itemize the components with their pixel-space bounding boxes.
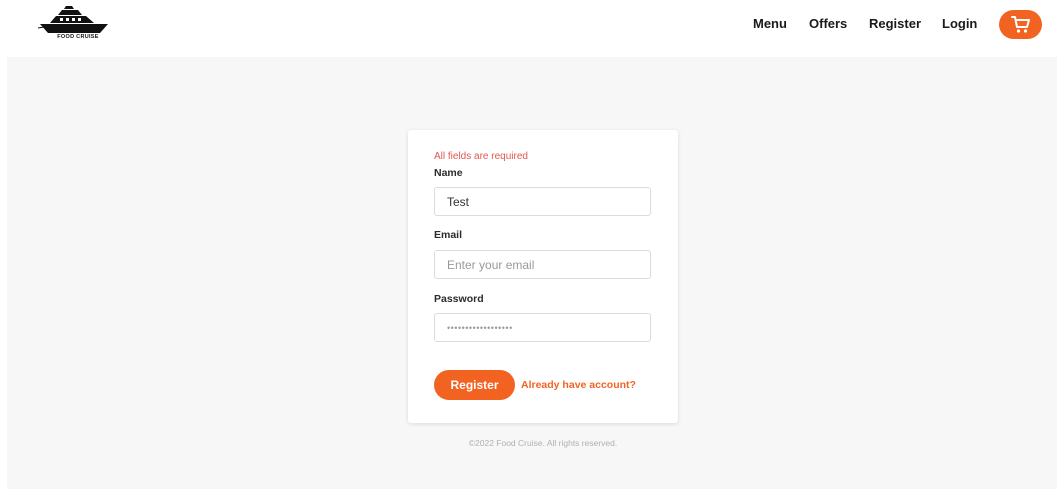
nav-login-link[interactable]: Login [942,16,977,31]
nav-offers-link[interactable]: Offers [809,16,847,31]
nav-register-link[interactable]: Register [869,16,921,31]
cruise-ship-icon [38,6,108,33]
password-input[interactable] [434,313,651,342]
email-label: Email [434,229,463,241]
already-have-account-link[interactable]: Already have account? [521,379,636,391]
logo[interactable]: FOOD CRUISE [38,6,116,46]
register-card: All fields are required Name Email Passw… [408,130,678,423]
footer-copyright: ©2022 Food Cruise. All rights reserved. [468,438,618,448]
name-label: Name [434,167,463,179]
email-input[interactable] [434,250,651,279]
logo-text: FOOD CRUISE [57,34,99,40]
cart-button[interactable] [999,10,1042,39]
top-navbar: FOOD CRUISE Menu Offers Register Login [0,0,1062,57]
nav-menu-link[interactable]: Menu [753,16,787,31]
register-button[interactable]: Register [434,370,515,400]
cart-icon [1011,16,1030,33]
form-error-message: All fields are required [434,151,528,162]
name-input[interactable] [434,187,651,216]
password-label: Password [434,293,484,305]
